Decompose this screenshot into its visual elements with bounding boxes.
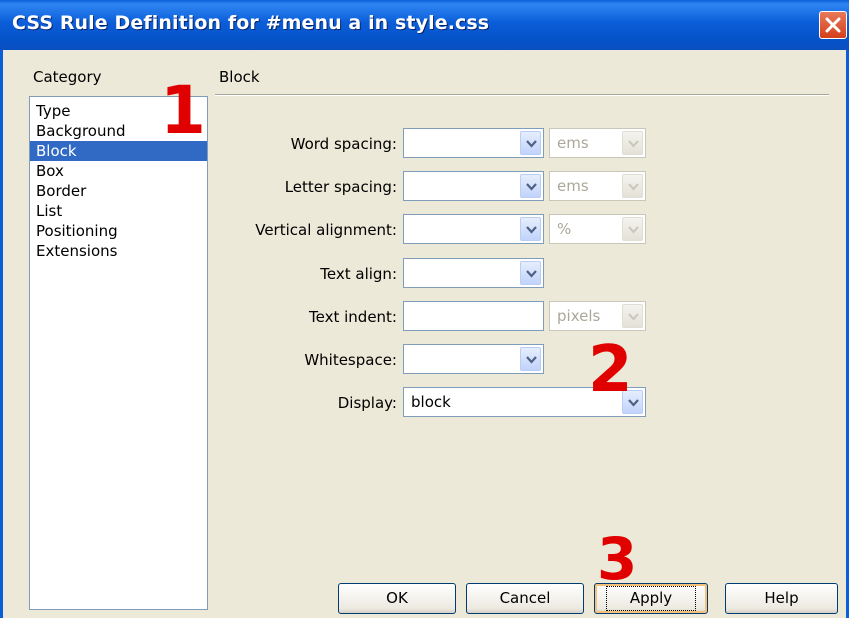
letter-spacing-label: Letter spacing: <box>284 178 397 196</box>
chevron-down-icon[interactable] <box>520 261 541 285</box>
cancel-button[interactable]: Cancel <box>466 583 584 614</box>
close-icon <box>825 17 841 33</box>
letter-spacing-select[interactable] <box>403 171 544 201</box>
category-list[interactable]: Type Background Block Box Border List Po… <box>29 96 208 610</box>
chevron-down-icon[interactable] <box>520 347 541 371</box>
help-button[interactable]: Help <box>725 583 838 614</box>
word-spacing-unit-select[interactable]: ems <box>549 128 646 158</box>
category-item-list[interactable]: List <box>30 201 207 221</box>
panel-heading: Block <box>219 68 260 86</box>
step-1-annotation: 1 <box>160 72 206 149</box>
category-item-border[interactable]: Border <box>30 181 207 201</box>
text-indent-unit-select[interactable]: pixels <box>549 301 646 331</box>
category-item-positioning[interactable]: Positioning <box>30 221 207 241</box>
vertical-alignment-unit-select[interactable]: % <box>549 214 646 244</box>
chevron-down-icon[interactable] <box>520 131 541 155</box>
chevron-down-icon[interactable] <box>622 304 643 328</box>
word-spacing-select[interactable] <box>403 128 544 158</box>
letter-spacing-unit-select[interactable]: ems <box>549 171 646 201</box>
vertical-alignment-label: Vertical alignment: <box>255 221 397 239</box>
chevron-down-icon[interactable] <box>622 131 643 155</box>
vertical-alignment-select[interactable] <box>403 214 544 244</box>
category-item-extensions[interactable]: Extensions <box>30 241 207 261</box>
chevron-down-icon[interactable] <box>622 174 643 198</box>
text-align-label: Text align: <box>320 265 397 283</box>
display-label: Display: <box>337 394 397 412</box>
chevron-down-icon[interactable] <box>520 217 541 241</box>
chevron-down-icon[interactable] <box>622 217 643 241</box>
heading-divider <box>215 94 829 96</box>
category-heading: Category <box>33 68 102 86</box>
window-title: CSS Rule Definition for #menu a in style… <box>12 12 490 34</box>
step-3-annotation: 3 <box>597 525 638 593</box>
close-button[interactable] <box>819 11 847 39</box>
step-2-annotation: 2 <box>588 333 633 407</box>
whitespace-label: Whitespace: <box>304 351 397 369</box>
title-bar[interactable]: CSS Rule Definition for #menu a in style… <box>0 0 849 50</box>
text-indent-input[interactable] <box>403 301 544 331</box>
category-item-box[interactable]: Box <box>30 161 207 181</box>
text-align-select[interactable] <box>403 258 544 288</box>
whitespace-select[interactable] <box>403 344 544 374</box>
chevron-down-icon[interactable] <box>520 174 541 198</box>
ok-button[interactable]: OK <box>338 583 456 614</box>
word-spacing-label: Word spacing: <box>290 135 397 153</box>
text-indent-label: Text indent: <box>309 308 397 326</box>
